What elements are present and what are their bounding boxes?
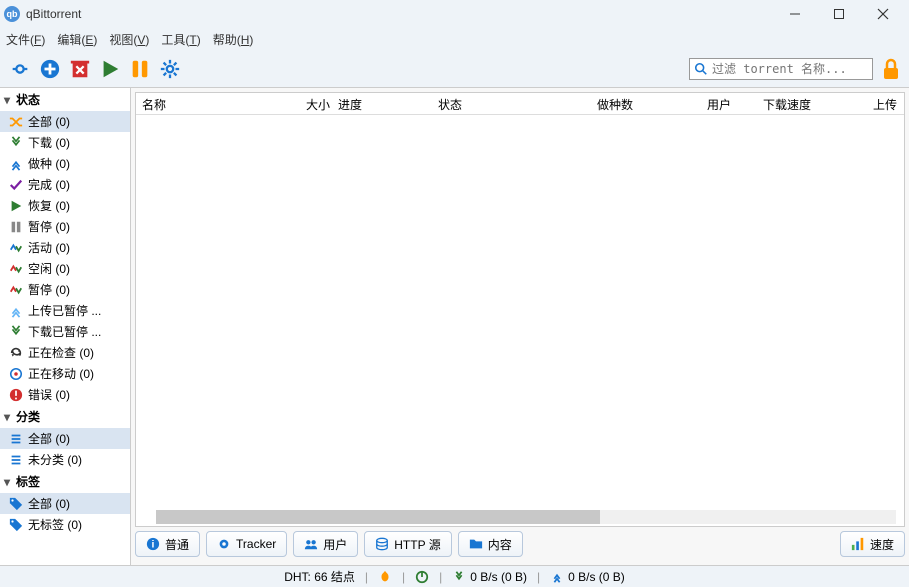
- window-title: qBittorrent: [26, 7, 773, 21]
- col-seeds[interactable]: 做种数: [570, 93, 640, 114]
- sidebar: ▾状态 全部 (0)下载 (0)做种 (0)完成 (0)恢复 (0)暂停 (0)…: [0, 88, 131, 565]
- status-filter-13[interactable]: 错误 (0): [0, 384, 130, 405]
- play-green-icon: [8, 198, 24, 214]
- torrent-list-body: [136, 115, 904, 526]
- category-filter-1[interactable]: 未分类 (0): [0, 449, 130, 470]
- tab-peers[interactable]: 用户: [293, 531, 358, 557]
- move-icon: [8, 366, 24, 382]
- settings-button[interactable]: [156, 55, 184, 83]
- minimize-button[interactable]: [773, 0, 817, 28]
- statusbar: DHT: 66 结点 | | | 0 B/s (0 B) | 0 B/s (0 …: [0, 565, 909, 587]
- status-filter-1[interactable]: 下载 (0): [0, 132, 130, 153]
- error-icon: [8, 387, 24, 403]
- detail-tabs: i普通 Tracker 用户 HTTP 源 内容 速度: [135, 527, 905, 561]
- col-peers[interactable]: 用户: [640, 93, 738, 114]
- check-purple-icon: [8, 177, 24, 193]
- status-filter-5[interactable]: 暂停 (0): [0, 216, 130, 237]
- status-section-header[interactable]: ▾状态: [0, 88, 130, 111]
- menu-help[interactable]: 帮助(H): [213, 31, 254, 48]
- upload-speed-status[interactable]: 0 B/s (0 B): [550, 570, 625, 584]
- lock-button[interactable]: [879, 57, 903, 81]
- close-button[interactable]: [861, 0, 905, 28]
- tag-icon: [8, 496, 24, 512]
- updown-idle-icon: [8, 261, 24, 277]
- col-dlspeed[interactable]: 下载速度: [738, 93, 818, 114]
- col-progress[interactable]: 进度: [332, 93, 432, 114]
- tab-speed[interactable]: 速度: [840, 531, 905, 557]
- toolbar: [0, 50, 909, 88]
- updown-active-icon: [8, 240, 24, 256]
- column-headers[interactable]: 名称 大小 进度 状态 做种数 用户 下载速度 上传: [136, 93, 904, 115]
- tab-general[interactable]: i普通: [135, 531, 200, 557]
- menu-tools[interactable]: 工具(T): [161, 31, 200, 48]
- menubar: 文件(F) 编辑(E) 视图(V) 工具(T) 帮助(H): [0, 28, 909, 50]
- menu-edit[interactable]: 编辑(E): [57, 31, 97, 48]
- col-upspeed[interactable]: 上传: [818, 93, 904, 114]
- shuffle-icon: [8, 114, 24, 130]
- add-link-button[interactable]: [6, 55, 34, 83]
- refresh-icon: [8, 345, 24, 361]
- status-filter-11[interactable]: 正在检查 (0): [0, 342, 130, 363]
- list-icon: [8, 431, 24, 447]
- app-icon: qb: [4, 6, 20, 22]
- main-content: 名称 大小 进度 状态 做种数 用户 下载速度 上传 i普通 Tracker 用…: [131, 88, 909, 565]
- col-status[interactable]: 状态: [432, 93, 570, 114]
- tab-content[interactable]: 内容: [458, 531, 523, 557]
- delete-button[interactable]: [66, 55, 94, 83]
- filter-input[interactable]: [712, 62, 868, 76]
- tab-tracker[interactable]: Tracker: [206, 531, 287, 557]
- down-green-icon: [8, 135, 24, 151]
- category-filter-0[interactable]: 全部 (0): [0, 428, 130, 449]
- up-lblue-icon: [8, 303, 24, 319]
- status-filter-6[interactable]: 活动 (0): [0, 237, 130, 258]
- col-name[interactable]: 名称: [136, 93, 300, 114]
- add-torrent-button[interactable]: [36, 55, 64, 83]
- pause-gray-icon: [8, 219, 24, 235]
- tag-filter-1[interactable]: 无标签 (0): [0, 514, 130, 535]
- status-filter-10[interactable]: 下载已暂停 ...: [0, 321, 130, 342]
- up-blue-icon: [8, 156, 24, 172]
- tags-section-header[interactable]: ▾标签: [0, 470, 130, 493]
- status-filter-9[interactable]: 上传已暂停 ...: [0, 300, 130, 321]
- download-speed-status[interactable]: 0 B/s (0 B): [452, 570, 527, 584]
- tab-http[interactable]: HTTP 源: [364, 531, 451, 557]
- tag-filter-0[interactable]: 全部 (0): [0, 493, 130, 514]
- titlebar: qb qBittorrent: [0, 0, 909, 28]
- torrent-list[interactable]: 名称 大小 进度 状态 做种数 用户 下载速度 上传: [135, 92, 905, 527]
- maximize-button[interactable]: [817, 0, 861, 28]
- list-icon: [8, 452, 24, 468]
- tag-icon: [8, 517, 24, 533]
- status-filter-4[interactable]: 恢复 (0): [0, 195, 130, 216]
- down-green-icon: [8, 324, 24, 340]
- categories-section-header[interactable]: ▾分类: [0, 405, 130, 428]
- status-filter-2[interactable]: 做种 (0): [0, 153, 130, 174]
- horizontal-scrollbar[interactable]: [156, 510, 896, 524]
- resume-button[interactable]: [96, 55, 124, 83]
- search-icon: [694, 62, 708, 76]
- status-filter-3[interactable]: 完成 (0): [0, 174, 130, 195]
- alt-speed-toggle[interactable]: [415, 570, 429, 584]
- status-filter-12[interactable]: 正在移动 (0): [0, 363, 130, 384]
- svg-text:i: i: [152, 539, 155, 551]
- col-size[interactable]: 大小: [300, 93, 332, 114]
- status-filter-7[interactable]: 空闲 (0): [0, 258, 130, 279]
- menu-file[interactable]: 文件(F): [6, 31, 45, 48]
- updown-idle-icon: [8, 282, 24, 298]
- menu-view[interactable]: 视图(V): [109, 31, 149, 48]
- filter-box[interactable]: [689, 58, 873, 80]
- status-filter-0[interactable]: 全部 (0): [0, 111, 130, 132]
- pause-button[interactable]: [126, 55, 154, 83]
- dht-status: DHT: 66 结点: [284, 568, 355, 585]
- firewall-status[interactable]: [378, 570, 392, 584]
- status-filter-8[interactable]: 暂停 (0): [0, 279, 130, 300]
